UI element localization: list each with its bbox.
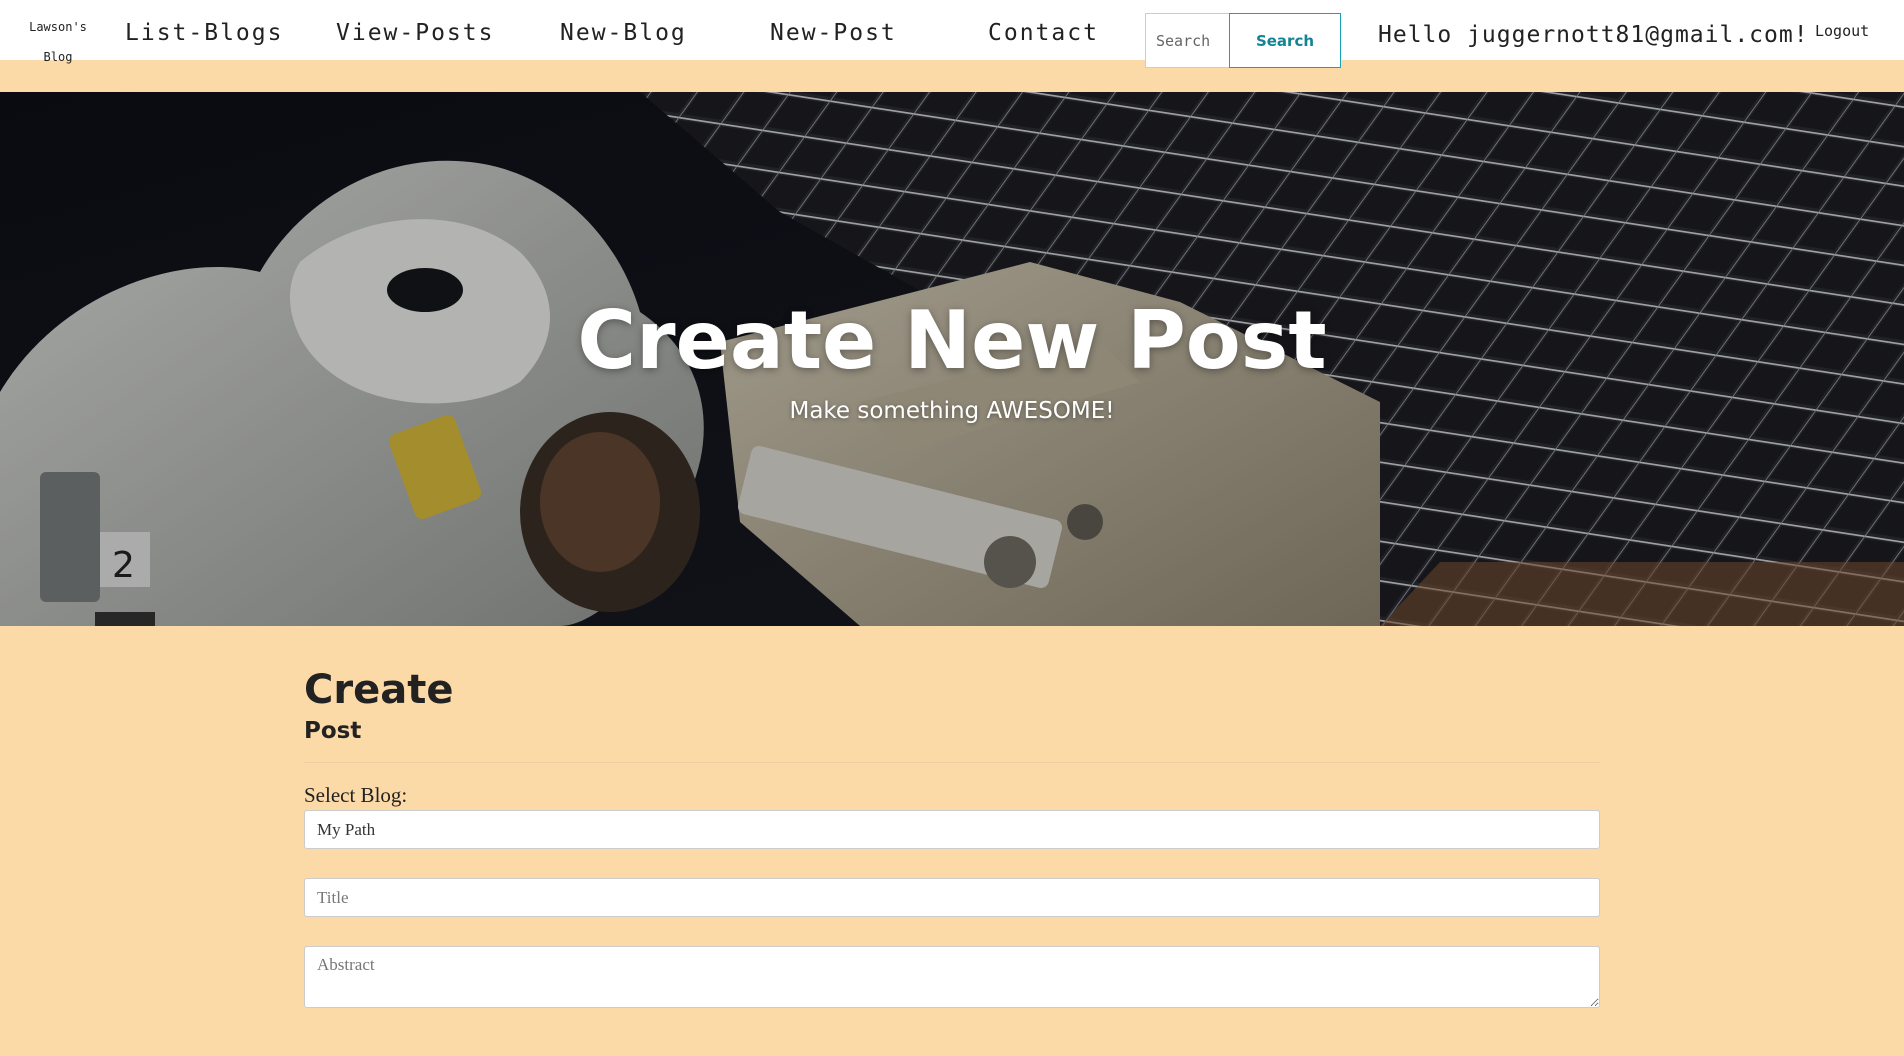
blog-select[interactable]: My Path	[304, 810, 1600, 849]
form-subheading: Post	[304, 718, 362, 744]
select-blog-label: Select Blog:	[304, 783, 408, 807]
top-navbar: Lawson's Blog List-Blogs View-Posts New-…	[0, 0, 1904, 76]
title-input[interactable]	[304, 878, 1600, 917]
form-divider	[304, 762, 1600, 763]
create-post-form: Create Post Select Blog: My Path	[304, 668, 1600, 1008]
hero-title: Create New Post	[577, 294, 1327, 387]
brand-suffix: Blog	[43, 50, 73, 64]
nav-link-contact[interactable]: Contact	[988, 20, 1099, 46]
brand-logo-link[interactable]: Lawson's Blog	[14, 12, 102, 72]
abstract-textarea[interactable]	[304, 946, 1600, 1008]
form-heading: Create	[304, 667, 454, 713]
nav-link-new-post[interactable]: New-Post	[770, 20, 897, 46]
brand-name: Lawson's	[29, 20, 87, 34]
logout-link[interactable]: Logout	[1815, 22, 1869, 40]
search-button[interactable]: Search	[1229, 13, 1341, 68]
hero-banner: 2 Create New Post Make something AWESOME…	[0, 92, 1904, 626]
nav-link-list-blogs[interactable]: List-Blogs	[125, 20, 283, 46]
search-input[interactable]	[1145, 13, 1230, 68]
nav-link-new-blog[interactable]: New-Blog	[560, 20, 687, 46]
user-greeting: Hello juggernott81@gmail.com!	[1378, 22, 1809, 48]
nav-link-view-posts[interactable]: View-Posts	[336, 20, 494, 46]
hero-subtitle: Make something AWESOME!	[789, 398, 1115, 424]
blog-select-value: My Path	[317, 820, 376, 839]
